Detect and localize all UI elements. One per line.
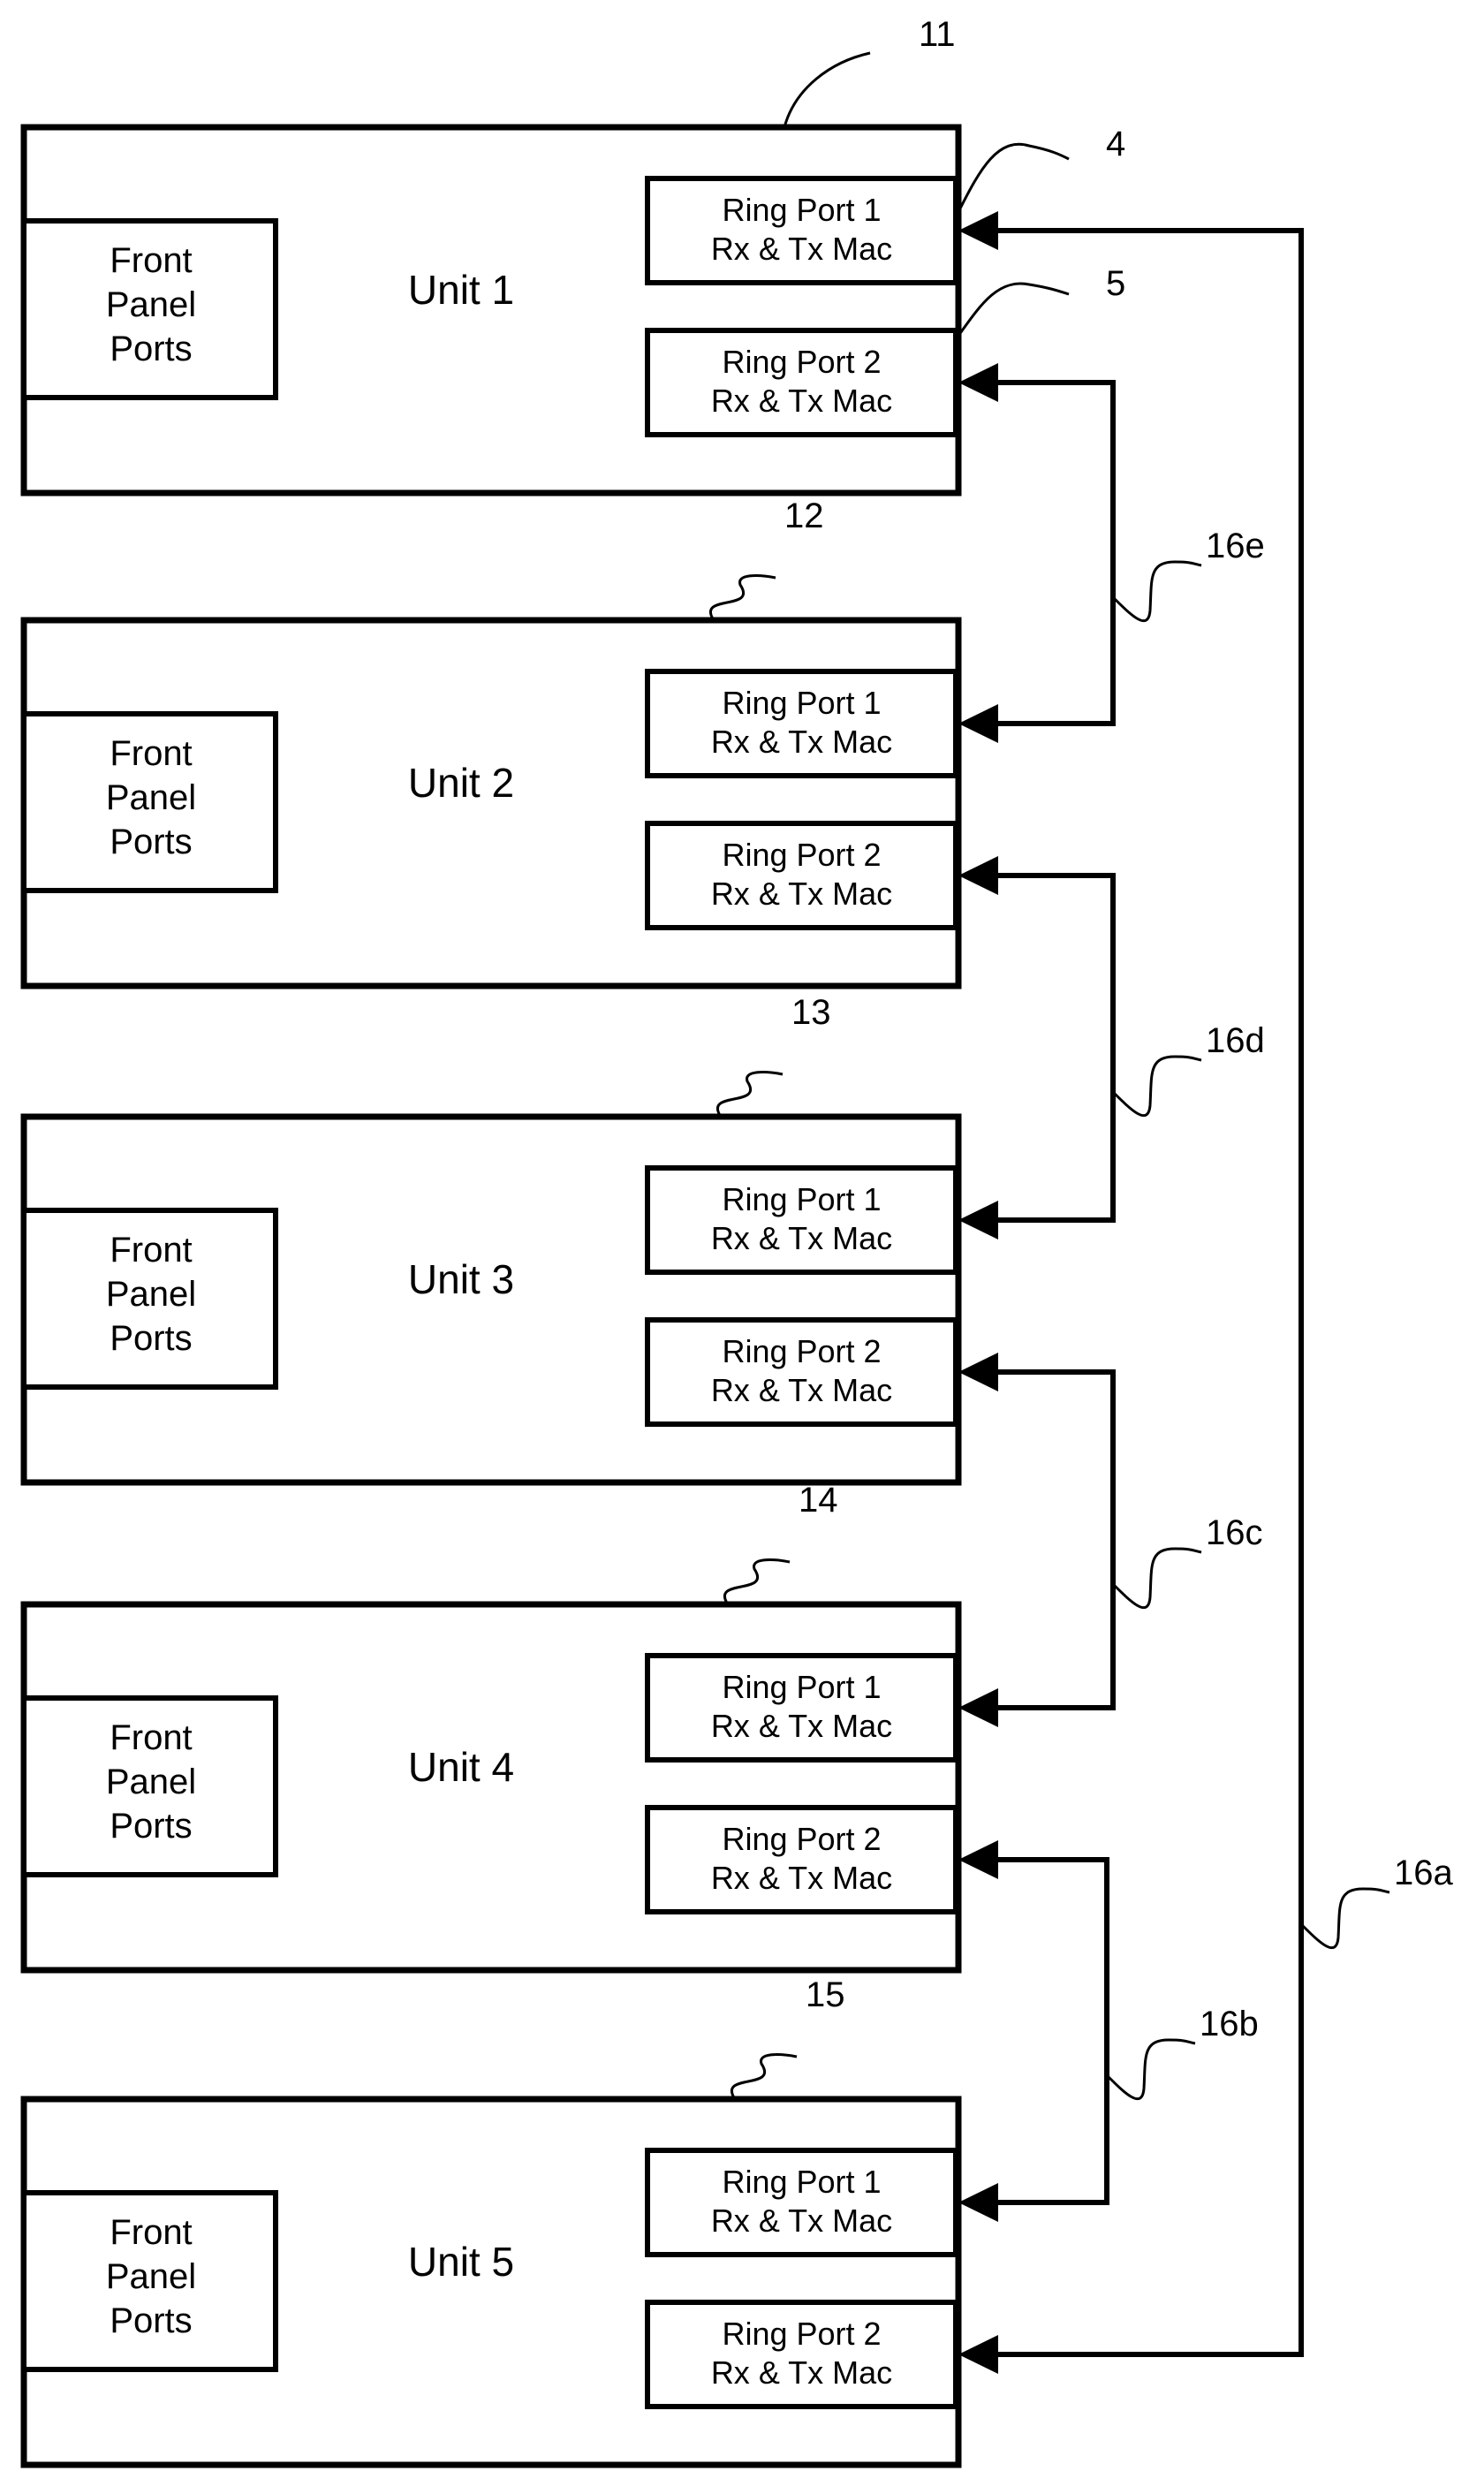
ring-port-2-label-line: Ring Port 2	[722, 1821, 881, 1857]
unit-ref-leader	[709, 574, 776, 621]
ring-port-1-label-line: Ring Port 1	[722, 685, 881, 721]
unit-ref-leader	[716, 1071, 784, 1118]
arrow-head-icon	[958, 211, 998, 250]
front-panel-label-line: Panel	[106, 2257, 196, 2296]
ring-port-2-label-line: Ring Port 2	[722, 344, 881, 380]
unit-ref-leader	[731, 2053, 798, 2100]
ring-stack-diagram: Front Panel PortsUnit 1Ring Port 1 Rx & Tx …	[20, 15, 1453, 2468]
front-panel-label: Front Panel Ports	[106, 734, 196, 861]
front-panel-label-line: Front	[110, 1231, 192, 1270]
ring-link-16d	[994, 873, 1116, 1223]
front-panel-label-line: Panel	[106, 1275, 196, 1314]
arrow-head-icon	[958, 363, 998, 402]
arrow-head-icon	[958, 2335, 998, 2374]
front-panel-label-line: Front	[110, 734, 192, 773]
ring-port-2-label-line: Rx & Tx Mac	[711, 876, 892, 912]
link-ref-leader	[1105, 2038, 1196, 2101]
ring-port-2-label-line: Rx & Tx Mac	[711, 1372, 892, 1408]
ring-port-1-label-line: Rx & Tx Mac	[711, 1220, 892, 1256]
link-ref-label: 16a	[1394, 1854, 1453, 1892]
unit-1: Front Panel PortsUnit 1Ring Port 1 Rx & Tx …	[20, 15, 962, 497]
arrow-head-icon	[958, 1688, 998, 1727]
ring-link-16b	[994, 1857, 1109, 2205]
ring-port-1-label-line: Ring Port 1	[722, 1669, 881, 1705]
ring-port-1-label-line: Rx & Tx Mac	[711, 724, 892, 760]
link-ref-label: 16b	[1200, 2005, 1259, 2043]
unit-5: Front Panel PortsUnit 5Ring Port 1 Rx & Tx …	[20, 1975, 962, 2468]
front-panel-label-line: Panel	[106, 778, 196, 817]
front-panel-label-line: Panel	[106, 1763, 196, 1801]
ring-port-2-label-line: Rx & Tx Mac	[711, 1860, 892, 1896]
unit-ref-label: 12	[784, 497, 824, 535]
front-panel-label: Front Panel Ports	[106, 241, 196, 368]
ring-port-1-label-line: Ring Port 1	[722, 2164, 881, 2200]
link-ref-leader	[1111, 1055, 1202, 1118]
arrow-head-icon	[958, 704, 998, 743]
ring-port-2-label-line: Rx & Tx Mac	[711, 2354, 892, 2391]
unit-ref-label: 11	[919, 15, 956, 54]
ring-port-2-label-line: Ring Port 2	[722, 837, 881, 873]
unit-ref-leader	[783, 51, 871, 128]
ring-port-2-label-line: Rx & Tx Mac	[711, 383, 892, 419]
unit-3: Front Panel PortsUnit 3Ring Port 1 Rx & Tx …	[20, 993, 962, 1486]
unit-label: Unit 5	[408, 2239, 514, 2285]
arrow-head-icon	[958, 1201, 998, 1240]
front-panel-label-line: Ports	[110, 1319, 192, 1358]
front-panel-label-line: Front	[110, 2213, 192, 2252]
unit-4: Front Panel PortsUnit 4Ring Port 1 Rx & Tx …	[20, 1481, 962, 1974]
ring-port-1-label-line: Ring Port 1	[722, 1181, 881, 1217]
port-1-ref-leader	[957, 142, 1070, 213]
ring-port-1-label-line: Rx & Tx Mac	[711, 1708, 892, 1744]
front-panel-label: Front Panel Ports	[106, 1718, 196, 1846]
ring-port-2-label-line: Ring Port 2	[722, 1333, 881, 1369]
arrow-head-icon	[958, 856, 998, 895]
ring-port-1-label-line: Rx & Tx Mac	[711, 2202, 892, 2239]
front-panel-label-line: Front	[110, 241, 192, 280]
front-panel-label-line: Front	[110, 1718, 192, 1757]
unit-2: Front Panel PortsUnit 2Ring Port 1 Rx & Tx …	[20, 497, 962, 989]
front-panel-label: Front Panel Ports	[106, 1231, 196, 1358]
ring-port-2-label-line: Ring Port 2	[722, 2316, 881, 2352]
link-ref-leader	[1111, 560, 1202, 623]
unit-label: Unit 2	[408, 760, 514, 806]
ring-port-1-label-line: Ring Port 1	[722, 192, 881, 228]
ring-link-16c	[994, 1369, 1116, 1710]
link-ref-leader	[1111, 1547, 1202, 1610]
link-ref-label: 16e	[1206, 527, 1265, 565]
port-2-ref-leader	[957, 282, 1070, 337]
link-ref-label: 16c	[1206, 1513, 1263, 1552]
port-1-ref-label: 4	[1106, 125, 1125, 163]
front-panel-label-line: Ports	[110, 823, 192, 861]
port-2-ref-label: 5	[1106, 264, 1125, 303]
unit-ref-leader	[723, 1558, 791, 1605]
front-panel-label-line: Ports	[110, 2301, 192, 2340]
link-ref-leader	[1299, 1887, 1390, 1950]
unit-ref-label: 15	[806, 1975, 845, 2014]
ring-port-1-label-line: Rx & Tx Mac	[711, 231, 892, 267]
front-panel-label-line: Panel	[106, 285, 196, 324]
unit-ref-label: 13	[791, 993, 831, 1032]
front-panel-label-line: Ports	[110, 1807, 192, 1846]
arrow-head-icon	[958, 2183, 998, 2222]
unit-ref-label: 14	[799, 1481, 838, 1520]
front-panel-label-line: Ports	[110, 330, 192, 368]
unit-label: Unit 1	[408, 267, 514, 313]
unit-label: Unit 4	[408, 1744, 514, 1790]
front-panel-label: Front Panel Ports	[106, 2213, 196, 2340]
arrow-head-icon	[958, 1840, 998, 1879]
ring-link-16e	[994, 380, 1116, 726]
unit-label: Unit 3	[408, 1256, 514, 1302]
arrow-head-icon	[958, 1353, 998, 1391]
link-ref-label: 16d	[1206, 1021, 1265, 1060]
